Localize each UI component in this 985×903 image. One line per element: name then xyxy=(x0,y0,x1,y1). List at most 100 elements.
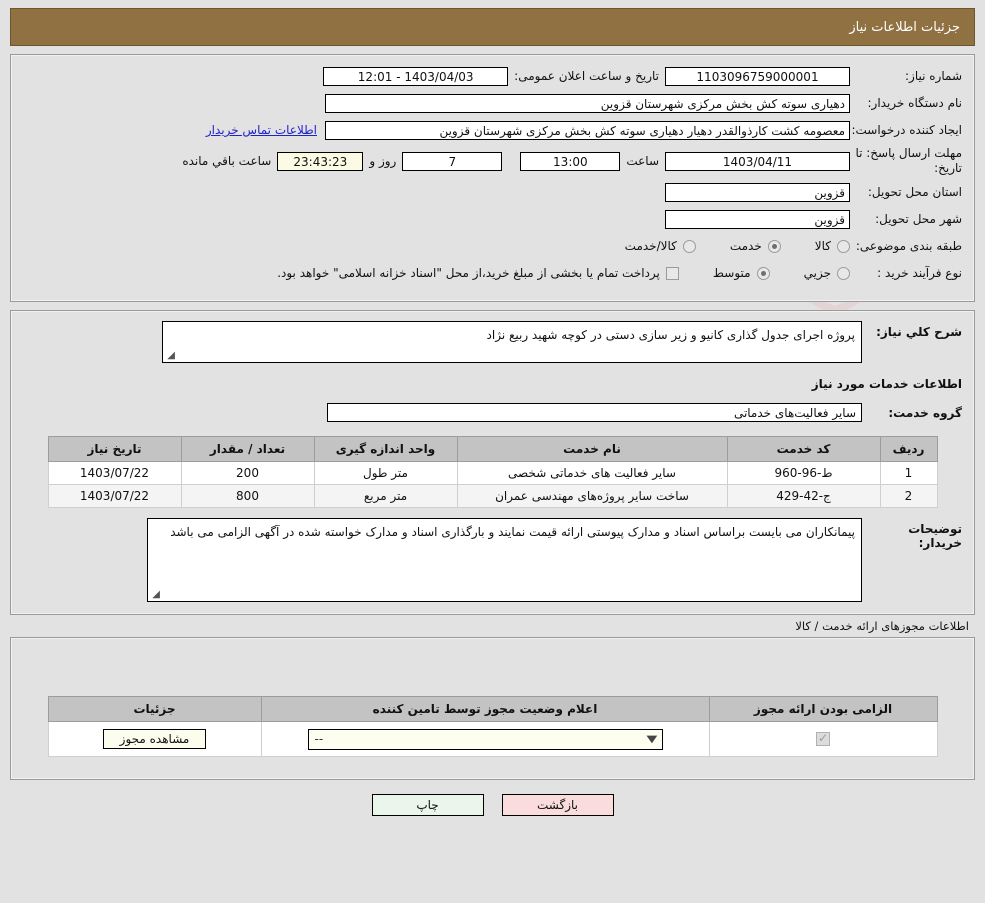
col-name: نام خدمت xyxy=(456,436,728,462)
view-permit-button[interactable]: مشاهده مجوز xyxy=(102,729,207,749)
radio-icon[interactable] xyxy=(837,266,850,280)
city-label: شهر محل تحویل: xyxy=(875,211,962,226)
buyer-org-label: نام دستگاه خریدار: xyxy=(867,95,963,110)
cell-row: 1 xyxy=(879,461,938,485)
col-permit-status: اعلام وضعیت مجوز توسط تامین کننده xyxy=(260,696,710,722)
process-label: نوع فرآیند خرید : xyxy=(877,265,962,280)
category-option-khedmat[interactable]: خدمت xyxy=(730,239,781,253)
permits-table: الزامی بودن ارائه مجوز اعلام وضعیت مجوز … xyxy=(47,696,938,757)
permits-table-header-row: الزامی بودن ارائه مجوز اعلام وضعیت مجوز … xyxy=(47,696,938,722)
services-section-title: اطلاعات خدمات مورد نیاز xyxy=(811,377,962,391)
category-radio-group: کالا خدمت کالا/خدمت xyxy=(591,239,850,253)
cell-permit-status: ▼ -- xyxy=(260,721,710,757)
table-row: ▼ -- مشاهده مجوز xyxy=(47,721,938,757)
category-option-kala-khedmat[interactable]: کالا/خدمت xyxy=(625,239,696,253)
buyer-notes-label: توضیحات خریدار: xyxy=(908,522,962,550)
countdown-label: ساعت باقي مانده xyxy=(182,154,272,168)
radio-icon[interactable] xyxy=(767,239,781,253)
resize-grip-icon[interactable]: ◢ xyxy=(150,590,160,600)
cell-date: 1403/07/22 xyxy=(47,461,182,485)
buyer-notes-textarea[interactable]: پیمانکاران می بایست براساس اسناد و مدارک… xyxy=(147,518,862,602)
radio-icon[interactable] xyxy=(837,239,850,253)
buyer-org-value: دهیاری سوته کش بخش مرکزی شهرستان قزوین xyxy=(325,93,850,113)
row-category: طبقه بندی موضوعی: کالا خدمت کالا/خدمت xyxy=(23,235,962,257)
resize-grip-icon[interactable]: ◢ xyxy=(165,351,175,361)
row-province: استان محل تحویل: قزوین xyxy=(23,181,962,203)
radio-icon[interactable] xyxy=(682,239,696,253)
cell-qty: 200 xyxy=(180,461,315,485)
deadline-label: مهلت ارسال پاسخ: تا تاریخ: xyxy=(855,146,962,175)
treasury-note-label: پرداخت تمام یا بخشی از مبلغ خرید،از محل … xyxy=(277,266,660,280)
category-label: طبقه بندی موضوعی: xyxy=(855,238,962,253)
col-unit: واحد اندازه گیری xyxy=(313,436,458,462)
permits-section: الزامی بودن ارائه مجوز اعلام وضعیت مجوز … xyxy=(10,637,975,780)
category-option-label: کالا/خدمت xyxy=(624,239,677,253)
cell-code: ط-96-960 xyxy=(726,461,881,485)
table-row: 1 ط-96-960 سایر فعالیت های خدماتی شخصی م… xyxy=(47,461,938,485)
cell-name: ساخت سایر پروژه‌های مهندسی عمران xyxy=(456,484,728,508)
category-option-kala[interactable]: کالا xyxy=(815,239,850,253)
col-code: کد خدمت xyxy=(726,436,881,462)
cell-unit: متر مربع xyxy=(313,484,458,508)
cell-permit-required xyxy=(708,721,938,757)
row-city: شهر محل تحویل: قزوین xyxy=(23,208,962,230)
radio-icon[interactable] xyxy=(756,266,770,280)
need-number-label: شماره نیاز: xyxy=(905,68,962,83)
hour-label: ساعت xyxy=(626,154,659,168)
need-description-row: شرح كلي نياز: پروژه اجرای جدول گذاری کان… xyxy=(23,321,962,363)
col-permit-required: الزامی بودن ارائه مجوز xyxy=(708,696,938,722)
province-value: قزوین xyxy=(665,182,850,202)
days-label: روز و xyxy=(369,154,397,168)
process-option-jozei[interactable]: جزیي xyxy=(804,266,850,280)
col-qty: تعداد / مقدار xyxy=(180,436,315,462)
row-buyer-org: نام دستگاه خریدار: دهیاری سوته کش بخش مر… xyxy=(23,92,962,114)
process-radio-group: جزیي متوسط پرداخت تمام یا بخشی از مبلغ خ… xyxy=(277,266,850,280)
treasury-note-option: پرداخت تمام یا بخشی از مبلغ خرید،از محل … xyxy=(277,266,679,280)
cell-code: ج-42-429 xyxy=(726,484,881,508)
process-option-motevaset[interactable]: متوسط xyxy=(713,266,770,280)
services-table: ردیف کد خدمت نام خدمت واحد اندازه گیری ت… xyxy=(47,436,938,508)
print-button[interactable]: چاپ xyxy=(371,794,484,816)
creator-label: ایجاد کننده درخواست: xyxy=(851,122,962,137)
cell-date: 1403/07/22 xyxy=(47,484,182,508)
row-deadline: مهلت ارسال پاسخ: تا تاریخ: 1403/04/11 سا… xyxy=(23,146,962,176)
footer-button-bar: بازگشت چاپ xyxy=(10,794,975,816)
treasury-checkbox[interactable] xyxy=(665,266,679,280)
cell-unit: متر طول xyxy=(313,461,458,485)
back-button[interactable]: بازگشت xyxy=(501,794,614,816)
cell-name: سایر فعالیت های خدماتی شخصی xyxy=(456,461,728,485)
category-option-label: کالا xyxy=(814,239,831,253)
deadline-time: 13:00 xyxy=(520,151,621,171)
deadline-date: 1403/04/11 xyxy=(665,151,850,171)
cell-qty: 800 xyxy=(180,484,315,508)
row-creator: ایجاد کننده درخواست: معصومه کشت کارذوالق… xyxy=(23,119,962,141)
need-description-textarea[interactable]: پروژه اجرای جدول گذاری کانیو و زیر سازی … xyxy=(162,321,862,363)
chevron-down-icon: ▼ xyxy=(646,733,658,745)
permits-caption: اطلاعات مجوزهای ارائه خدمت / کالا xyxy=(795,619,969,633)
col-permit-details: جزئیات xyxy=(47,696,262,722)
buyer-contact-link[interactable]: اطلاعات تماس خریدار xyxy=(206,123,317,137)
permit-status-value: -- xyxy=(314,731,324,746)
buyer-notes-row: توضیحات خریدار: پیمانکاران می بایست براس… xyxy=(23,518,962,602)
buyer-notes-text: پیمانکاران می بایست براساس اسناد و مدارک… xyxy=(170,525,855,539)
announce-label: تاریخ و ساعت اعلان عمومی: xyxy=(514,69,659,83)
process-option-label: جزیي xyxy=(803,266,831,280)
process-option-label: متوسط xyxy=(712,266,751,280)
permit-required-checkbox xyxy=(816,731,830,747)
city-value: قزوین xyxy=(665,209,850,229)
service-group-label: گروه خدمت: xyxy=(888,405,962,420)
table-row: 2 ج-42-429 ساخت سایر پروژه‌های مهندسی عم… xyxy=(47,484,938,508)
permit-status-select[interactable]: ▼ -- xyxy=(307,728,663,750)
row-need-number: شماره نیاز: 1103096759000001 تاریخ و ساع… xyxy=(23,65,962,87)
need-description-label: شرح كلي نياز: xyxy=(876,325,962,339)
page-root: جزئیات اطلاعات نیاز شماره نیاز: 11030967… xyxy=(0,0,985,816)
need-number-value: 1103096759000001 xyxy=(665,66,850,86)
need-description-text: پروژه اجرای جدول گذاری کانیو و زیر سازی … xyxy=(486,328,855,342)
service-group-value: سایر فعالیت‌های خدماتی xyxy=(327,403,862,422)
service-group-row: گروه خدمت: سایر فعالیت‌های خدماتی xyxy=(23,403,962,422)
services-section: شرح كلي نياز: پروژه اجرای جدول گذاری کان… xyxy=(10,310,975,615)
col-date: تاریخ نیاز xyxy=(47,436,182,462)
category-option-label: خدمت xyxy=(729,239,762,253)
need-info-section: شماره نیاز: 1103096759000001 تاریخ و ساع… xyxy=(10,54,975,302)
remaining-days: 7 xyxy=(402,151,503,171)
